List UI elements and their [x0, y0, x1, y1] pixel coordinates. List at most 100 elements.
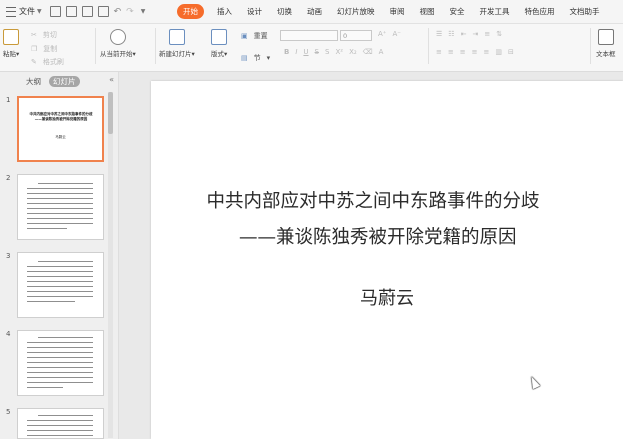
slide-thumb-image [17, 174, 104, 240]
slide-canvas: 中共内部应对中苏之间中东路事件的分歧 ——兼谈陈独秀被开除党籍的原因 马蔚云 [119, 72, 623, 439]
text-line [27, 208, 93, 210]
redo-icon[interactable]: ↷ [126, 7, 134, 17]
slide-thumbnail-2[interactable]: 2 [0, 174, 110, 244]
text-line [27, 193, 93, 195]
text-line [27, 188, 93, 190]
format-painter-button[interactable]: ✎ 格式刷 [31, 57, 64, 67]
layout-icon [211, 29, 228, 45]
slide-thumbnail-5[interactable]: 5 [0, 408, 110, 439]
tab-transitions[interactable]: 切换 [277, 4, 292, 19]
italic-icon[interactable]: I [295, 48, 297, 56]
underline-icon[interactable]: U [303, 48, 308, 56]
text-line [27, 342, 93, 344]
bold-icon[interactable]: B [284, 48, 289, 56]
panel-tabs: 大纲 幻灯片 « [0, 72, 118, 90]
tab-outline[interactable]: 大纲 [26, 76, 41, 87]
strikethrough-icon[interactable]: S [315, 48, 319, 56]
chevron-down-icon[interactable]: ▼ [37, 8, 42, 15]
align-text-icon[interactable]: ⊟ [508, 48, 514, 56]
paste-button[interactable]: 粘贴▾ [3, 29, 19, 58]
line-spacing-icon[interactable]: ≡ [484, 30, 490, 38]
bullets-icon[interactable]: ☰ [436, 30, 442, 38]
text-line [27, 367, 93, 369]
text-line [27, 198, 93, 200]
reset-icon: ▣ [241, 32, 248, 40]
copy-button[interactable]: ❐ 复制 [31, 44, 57, 54]
textbox-button[interactable]: 文本框 [596, 29, 616, 58]
text-line [27, 218, 93, 220]
copy-icon: ❐ [31, 45, 38, 53]
customize-chevron-icon[interactable]: ▼ [141, 8, 146, 15]
slide-title-line-1[interactable]: 中共内部应对中苏之间中东路事件的分歧 [137, 187, 609, 213]
undo-icon[interactable]: ↶ [114, 7, 122, 17]
save-icon[interactable] [49, 6, 61, 17]
text-line [38, 415, 93, 417]
collapse-panel-icon[interactable]: « [109, 75, 114, 84]
tab-slides[interactable]: 幻灯片 [49, 75, 80, 87]
text-line [27, 291, 93, 293]
align-left-icon[interactable]: ≡ [436, 48, 442, 56]
increase-font-icon[interactable]: A⁺ [378, 30, 386, 38]
justify-icon[interactable]: ≡ [472, 48, 478, 56]
export-pdf-icon[interactable] [65, 6, 77, 17]
align-center-icon[interactable]: ≡ [448, 48, 454, 56]
shadow-icon[interactable]: S [325, 48, 329, 56]
numbering-icon[interactable]: ☷ [448, 30, 454, 38]
text-line [27, 362, 93, 364]
text-line [27, 301, 75, 303]
menu-icon[interactable] [6, 6, 16, 17]
file-menu[interactable]: 文件 [19, 6, 35, 17]
font-name-combo[interactable] [280, 30, 338, 41]
print-icon[interactable] [81, 6, 93, 17]
reset-button[interactable]: ▣ 重置 [241, 31, 268, 41]
slide-thumbnail-4[interactable]: 4 [0, 330, 110, 400]
tab-security[interactable]: 安全 [450, 4, 465, 19]
text-line [27, 266, 93, 268]
panel-scrollbar[interactable] [108, 92, 113, 438]
columns-icon[interactable]: ▥ [495, 48, 502, 56]
ribbon-tabs: 开始 插入 设计 切换 动画 幻灯片放映 审阅 视图 安全 开发工具 特色应用 … [177, 4, 615, 19]
font-size-combo[interactable]: 0 [340, 30, 372, 41]
tab-review[interactable]: 审阅 [390, 4, 405, 19]
text-direction-icon[interactable]: ⇅ [496, 30, 502, 38]
text-line [27, 352, 93, 354]
tab-view[interactable]: 视图 [420, 4, 435, 19]
font-size-value: 0 [343, 32, 348, 40]
layout-button[interactable]: 版式▾ [211, 29, 227, 58]
scrollbar-thumb[interactable] [108, 92, 113, 134]
print-preview-icon[interactable] [97, 6, 109, 17]
tab-insert[interactable]: 插入 [217, 4, 232, 19]
tab-doc-assistant[interactable]: 文档助手 [570, 4, 600, 19]
distribute-icon[interactable]: ≡ [484, 48, 490, 56]
tab-special[interactable]: 特色应用 [525, 4, 555, 19]
align-right-icon[interactable]: ≡ [460, 48, 466, 56]
indent-increase-icon[interactable]: ⇥ [472, 30, 478, 38]
from-current-button[interactable]: 从当前开始▾ [100, 29, 136, 58]
tab-developer[interactable]: 开发工具 [480, 4, 510, 19]
section-icon: ▤ [241, 54, 248, 62]
cut-button[interactable]: ✂ 剪切 [31, 30, 57, 40]
subscript-icon[interactable]: X₂ [349, 48, 357, 56]
slide-thumb-image [17, 330, 104, 396]
slide-thumbnail-3[interactable]: 3 [0, 252, 110, 322]
superscript-icon[interactable]: X² [335, 48, 343, 56]
slide-title-line-2[interactable]: ——兼谈陈独秀被开除党籍的原因 [239, 223, 517, 249]
indent-decrease-icon[interactable]: ⇤ [461, 30, 467, 38]
tab-slideshow[interactable]: 幻灯片放映 [337, 4, 375, 19]
font-color-icon[interactable]: A [379, 48, 384, 56]
decrease-font-icon[interactable]: A⁻ [392, 30, 400, 38]
section-button[interactable]: ▤ 节 ▾ [241, 53, 270, 63]
tab-home[interactable]: 开始 [177, 4, 204, 19]
text-line [27, 377, 93, 379]
new-slide-button[interactable]: 新建幻灯片▾ [159, 29, 195, 58]
slide-author[interactable]: 马蔚云 [151, 284, 623, 310]
current-slide[interactable]: 中共内部应对中苏之间中东路事件的分歧 ——兼谈陈独秀被开除党籍的原因 马蔚云 [151, 81, 623, 439]
divider [590, 28, 591, 64]
tab-animations[interactable]: 动画 [307, 4, 322, 19]
tab-design[interactable]: 设计 [247, 4, 262, 19]
slide-number: 3 [6, 252, 11, 260]
slide-thumbnail-1[interactable]: 1 中共内部应对中苏之间中东路事件的分歧——兼谈陈独秀被开除党籍的原因 马蔚云 [0, 96, 110, 166]
text-line [38, 261, 93, 263]
clear-format-icon[interactable]: ⌫ [363, 48, 373, 56]
divider [428, 28, 429, 64]
